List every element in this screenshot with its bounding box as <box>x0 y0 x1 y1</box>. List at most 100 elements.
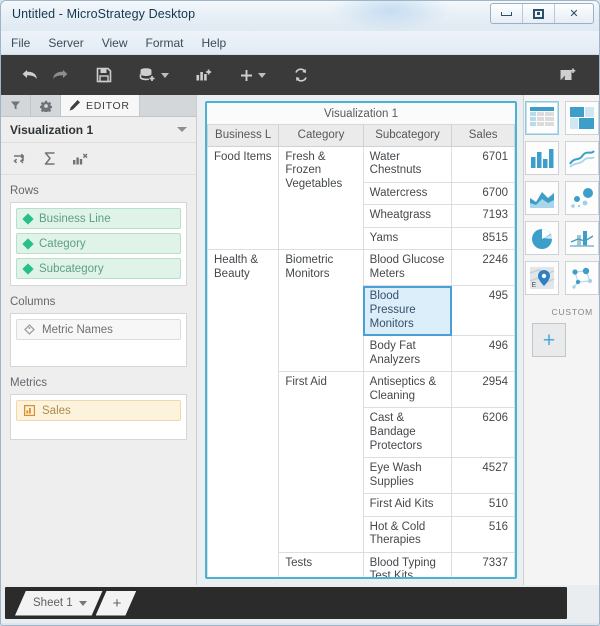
cell-sales[interactable]: 6701 <box>451 145 515 183</box>
editor-tools <box>1 143 196 175</box>
attribute-pill-business-line[interactable]: Business Line <box>16 208 181 229</box>
attribute-diamond-icon <box>22 262 34 275</box>
add-visualization-button[interactable] <box>191 60 217 90</box>
cell-sales[interactable]: 4527 <box>451 457 515 495</box>
add-custom-visualization-button[interactable]: + <box>532 323 566 357</box>
remove-all-button[interactable] <box>72 152 88 166</box>
refresh-button[interactable] <box>288 60 314 90</box>
add-panel-button[interactable] <box>555 60 581 90</box>
metric-pill-sales[interactable]: Sales <box>16 400 181 421</box>
add-visualization-icon <box>196 69 212 81</box>
pie-chart-visualization-thumb[interactable] <box>524 221 559 255</box>
cell-sales[interactable]: 495 <box>451 285 515 337</box>
cell-subcategory[interactable]: Cast & Bandage Protectors <box>362 407 453 459</box>
workspace: EDITOR Visualization 1 Rows Business Lin… <box>1 95 599 585</box>
rows-section: Rows Business Line Category Subcategory <box>1 175 196 286</box>
cell-sales[interactable]: 6700 <box>451 181 515 206</box>
add-button[interactable] <box>235 60 270 90</box>
cell-category[interactable]: Biometric Monitors <box>278 249 364 373</box>
chevron-down-icon <box>79 601 87 606</box>
redo-button[interactable] <box>47 60 73 90</box>
network-visualization-thumb[interactable] <box>564 261 599 295</box>
heatmap-visualization-thumb[interactable] <box>564 101 599 135</box>
attribute-pill-subcategory[interactable]: Subcategory <box>16 258 181 279</box>
menu-help[interactable]: Help <box>202 36 227 50</box>
cell-category[interactable]: Fresh & Frozen Vegetables <box>278 145 364 251</box>
main-toolbar <box>1 55 599 95</box>
rows-drop-zone[interactable]: Business Line Category Subcategory <box>10 202 187 286</box>
cell-subcategory[interactable]: Wheatgrass <box>362 204 453 228</box>
pill-label: Business Line <box>39 212 111 225</box>
totals-button[interactable] <box>43 151 57 166</box>
menu-bar: File Server View Format Help <box>1 31 599 55</box>
cell-subcategory[interactable]: Water Chestnuts <box>362 145 453 183</box>
menu-file[interactable]: File <box>11 36 30 50</box>
cell-business-line[interactable]: Health & Beauty <box>207 249 280 577</box>
column-header-sales[interactable]: Sales <box>451 125 515 147</box>
cell-subcategory[interactable]: Watercress <box>362 181 453 206</box>
cell-subcategory[interactable]: Body Fat Analyzers <box>362 335 453 373</box>
columns-drop-zone[interactable]: Metric Names <box>10 313 187 367</box>
sheet-tab-sheet-1[interactable]: Sheet 1 <box>15 591 103 616</box>
cell-sales[interactable]: 8515 <box>451 226 515 251</box>
bubble-chart-visualization-thumb[interactable] <box>564 181 599 215</box>
menu-view[interactable]: View <box>102 36 128 50</box>
cell-sales[interactable]: 2246 <box>451 249 515 287</box>
cell-subcategory[interactable]: First Aid Kits <box>362 493 453 517</box>
cell-sales[interactable]: 2954 <box>451 371 515 409</box>
cell-sales[interactable]: 496 <box>451 335 515 373</box>
plus-icon: + <box>542 328 556 352</box>
cell-sales[interactable]: 510 <box>451 493 515 517</box>
restore-button[interactable] <box>523 4 555 23</box>
column-header-business-line[interactable]: Business L <box>207 125 280 147</box>
editor-tab[interactable]: EDITOR <box>61 95 140 116</box>
grid-scroll-region[interactable]: Business L Category Subcategory Sales Fo… <box>207 125 515 577</box>
cell-subcategory[interactable]: Eye Wash Supplies <box>362 457 453 495</box>
cell-subcategory[interactable]: Yams <box>362 226 453 251</box>
properties-tab[interactable] <box>31 95 61 116</box>
cell-sales[interactable]: 6206 <box>451 407 515 459</box>
area-chart-visualization-thumb[interactable] <box>524 181 559 215</box>
visualization-container[interactable]: Visualization 1 Business L Category Subc… <box>205 101 517 579</box>
add-data-button[interactable] <box>135 60 173 90</box>
cell-subcategory[interactable]: Hot & Cold Therapies <box>362 515 453 553</box>
metrics-drop-zone[interactable]: Sales <box>10 394 187 440</box>
cell-category[interactable]: First Aid <box>278 371 364 553</box>
combo-chart-visualization-thumb[interactable] <box>564 221 599 255</box>
save-button[interactable] <box>91 60 117 90</box>
cell-business-line[interactable]: Food Items <box>207 145 280 251</box>
bar-chart-visualization-thumb[interactable] <box>524 141 559 175</box>
metric-names-pill[interactable]: Metric Names <box>16 319 181 340</box>
grid-visualization-thumb[interactable] <box>524 101 559 135</box>
cell-sales[interactable]: 7337 <box>451 551 515 577</box>
grid-body: Food Items Fresh & Frozen Vegetables Wat… <box>207 145 515 577</box>
area-chart-icon <box>529 192 554 208</box>
add-sheet-button[interactable]: + <box>96 591 137 616</box>
undo-button[interactable] <box>17 60 43 90</box>
cell-subcategory[interactable]: Blood Typing Test Kits <box>362 551 453 577</box>
map-visualization-thumb[interactable]: E <box>524 261 559 295</box>
columns-section: Columns Metric Names <box>1 286 196 367</box>
cell-sales[interactable]: 516 <box>451 515 515 553</box>
cell-subcategory[interactable]: Blood Glucose Meters <box>362 249 453 287</box>
cell-sales[interactable]: 7193 <box>451 204 515 228</box>
minimize-button[interactable] <box>491 4 523 23</box>
swap-rows-columns-button[interactable] <box>13 152 28 166</box>
table-row[interactable]: Food Items Fresh & Frozen Vegetables Wat… <box>207 145 515 251</box>
filters-tab[interactable] <box>1 95 31 116</box>
table-row[interactable]: Health & Beauty Biometric Monitors Blood… <box>207 249 515 577</box>
cell-subcategory[interactable]: Antiseptics & Cleaning <box>362 371 453 409</box>
menu-server[interactable]: Server <box>48 36 83 50</box>
attribute-pill-category[interactable]: Category <box>16 233 181 254</box>
column-header-category[interactable]: Category <box>278 125 364 147</box>
cell-category[interactable]: Tests <box>278 551 364 577</box>
editor-tab-strip: EDITOR <box>1 95 196 117</box>
cell-subcategory-selected[interactable]: Blood Pressure Monitors <box>362 285 453 337</box>
visualization-selector[interactable]: Visualization 1 <box>1 117 196 143</box>
menu-format[interactable]: Format <box>145 36 183 50</box>
add-panel-icon <box>560 68 576 80</box>
line-chart-visualization-thumb[interactable] <box>564 141 599 175</box>
close-button[interactable]: ✕ <box>555 4 593 23</box>
chevron-down-icon <box>258 72 266 78</box>
column-header-subcategory[interactable]: Subcategory <box>362 125 453 147</box>
